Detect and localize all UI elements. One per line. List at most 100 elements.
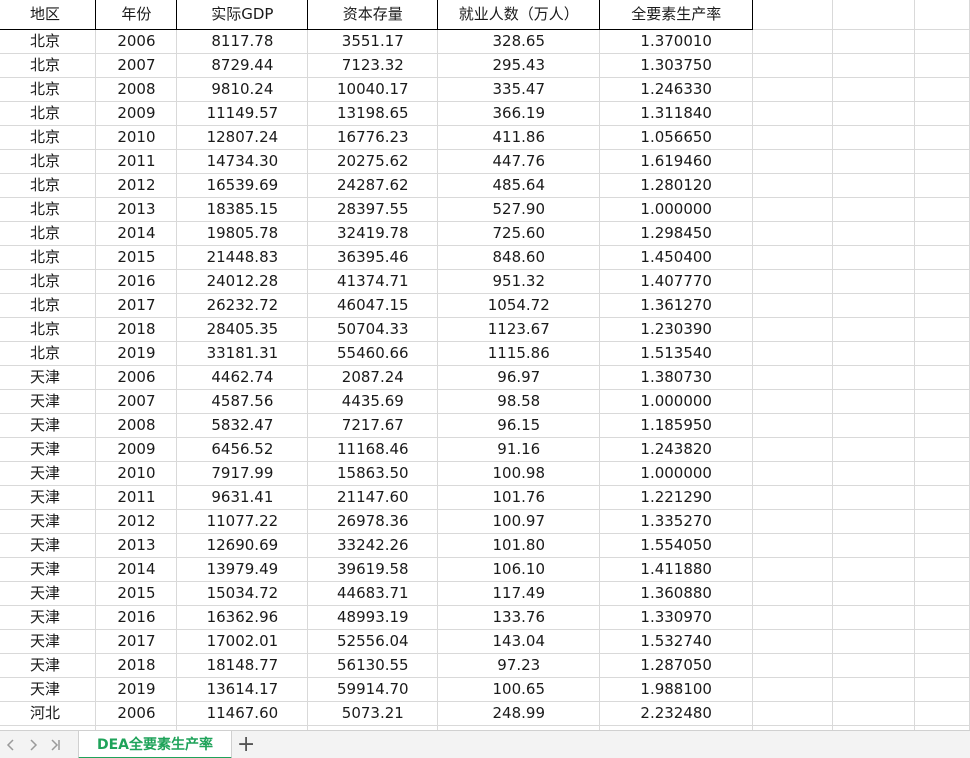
cell-tfp[interactable]: 1.411880 [599,557,754,582]
cell-region[interactable]: 北京 [0,221,97,246]
cell-real-gdp[interactable]: 24012.28 [176,269,309,294]
empty-cell[interactable] [914,125,970,150]
cell-region[interactable]: 河北 [0,701,97,726]
cell-region[interactable]: 天津 [0,413,97,438]
cell-year[interactable]: 2012 [95,173,178,198]
cell-tfp[interactable]: 1.513540 [599,341,754,366]
empty-cell[interactable] [914,149,970,174]
empty-cell[interactable] [832,101,915,126]
cell-region[interactable]: 北京 [0,317,97,342]
cell-region[interactable]: 天津 [0,677,97,702]
empty-cell[interactable] [914,245,970,270]
cell-real-gdp[interactable]: 12690.69 [176,533,309,558]
cell-employment[interactable]: 328.65 [437,29,601,54]
cell-employment[interactable]: 101.76 [437,485,601,510]
cell-tfp[interactable]: 1.056650 [599,125,754,150]
empty-cell[interactable] [914,461,970,486]
cell-region[interactable]: 北京 [0,245,97,270]
cell-employment[interactable]: 98.58 [437,389,601,414]
cell-employment[interactable]: 848.60 [437,245,601,270]
cell-capital-stock[interactable]: 50704.33 [307,317,439,342]
cell-capital-stock[interactable]: 46047.15 [307,293,439,318]
empty-cell[interactable] [832,245,915,270]
cell-region[interactable]: 北京 [0,29,97,54]
cell-region[interactable]: 天津 [0,461,97,486]
cell-tfp[interactable]: 1.000000 [599,389,754,414]
cell-employment[interactable]: 97.23 [437,653,601,678]
cell-region[interactable]: 北京 [0,53,97,78]
cell-employment[interactable]: 527.90 [437,197,601,222]
cell-capital-stock[interactable]: 39619.58 [307,557,439,582]
cell-year[interactable]: 2013 [95,533,178,558]
cell-tfp[interactable]: 1.280120 [599,173,754,198]
cell-year[interactable]: 2009 [95,437,178,462]
empty-cell[interactable] [752,173,834,198]
empty-cell[interactable] [832,293,915,318]
cell-year[interactable]: 2009 [95,101,178,126]
cell-region[interactable]: 天津 [0,437,97,462]
cell-year[interactable]: 2014 [95,557,178,582]
cell-capital-stock[interactable]: 15863.50 [307,461,439,486]
cell-region[interactable]: 北京 [0,173,97,198]
empty-cell[interactable] [914,197,970,222]
empty-cell[interactable] [832,221,915,246]
cell-tfp[interactable]: 2.232480 [599,701,754,726]
cell-real-gdp[interactable]: 14734.30 [176,149,309,174]
cell-year[interactable]: 2008 [95,413,178,438]
cell-employment[interactable]: 133.76 [437,605,601,630]
empty-cell[interactable] [752,365,834,390]
empty-cell[interactable] [752,197,834,222]
cell-tfp[interactable]: 1.246330 [599,77,754,102]
empty-cell[interactable] [752,533,834,558]
cell-region[interactable]: 天津 [0,533,97,558]
cell-real-gdp[interactable]: 17002.01 [176,629,309,654]
cell-tfp[interactable]: 1.450400 [599,245,754,270]
cell-year[interactable]: 2013 [95,197,178,222]
header-cell-year[interactable]: 年份 [95,0,178,30]
empty-cell[interactable] [752,245,834,270]
cell-tfp[interactable]: 1.221290 [599,485,754,510]
empty-cell[interactable] [832,557,915,582]
cell-tfp[interactable]: 1.287050 [599,653,754,678]
cell-employment[interactable]: 295.43 [437,53,601,78]
cell-tfp[interactable]: 1.370010 [599,29,754,54]
cell-year[interactable]: 2006 [95,29,178,54]
empty-cell[interactable] [832,125,915,150]
cell-real-gdp[interactable]: 12807.24 [176,125,309,150]
cell-year[interactable]: 2016 [95,269,178,294]
cell-real-gdp[interactable]: 18385.15 [176,197,309,222]
cell-real-gdp[interactable]: 9631.41 [176,485,309,510]
cell-year[interactable]: 2015 [95,581,178,606]
empty-cell[interactable] [752,293,834,318]
cell-capital-stock[interactable]: 32419.78 [307,221,439,246]
cell-real-gdp[interactable]: 11149.57 [176,101,309,126]
empty-cell[interactable] [914,629,970,654]
empty-cell[interactable] [752,221,834,246]
empty-cell[interactable] [914,581,970,606]
cell-real-gdp[interactable]: 4462.74 [176,365,309,390]
cell-region[interactable]: 北京 [0,101,97,126]
empty-cell[interactable] [914,701,970,726]
empty-cell[interactable] [832,77,915,102]
cell-capital-stock[interactable]: 3551.17 [307,29,439,54]
cell-tfp[interactable]: 1.311840 [599,101,754,126]
cell-capital-stock[interactable]: 33242.26 [307,533,439,558]
cell-year[interactable]: 2007 [95,53,178,78]
empty-cell[interactable] [914,317,970,342]
empty-cell[interactable] [752,653,834,678]
cell-region[interactable]: 北京 [0,149,97,174]
cell-employment[interactable]: 411.86 [437,125,601,150]
cell-capital-stock[interactable]: 56130.55 [307,653,439,678]
cell-real-gdp[interactable]: 5832.47 [176,413,309,438]
empty-cell[interactable] [914,221,970,246]
cell-year[interactable]: 2012 [95,509,178,534]
empty-cell[interactable] [752,701,834,726]
header-cell-tfp[interactable]: 全要素生产率 [599,0,754,30]
cell-employment[interactable]: 143.04 [437,629,601,654]
empty-cell[interactable] [914,389,970,414]
cell-capital-stock[interactable]: 55460.66 [307,341,439,366]
cell-capital-stock[interactable]: 28397.55 [307,197,439,222]
empty-cell[interactable] [752,461,834,486]
cell-tfp[interactable]: 1.380730 [599,365,754,390]
cell-employment[interactable]: 100.97 [437,509,601,534]
